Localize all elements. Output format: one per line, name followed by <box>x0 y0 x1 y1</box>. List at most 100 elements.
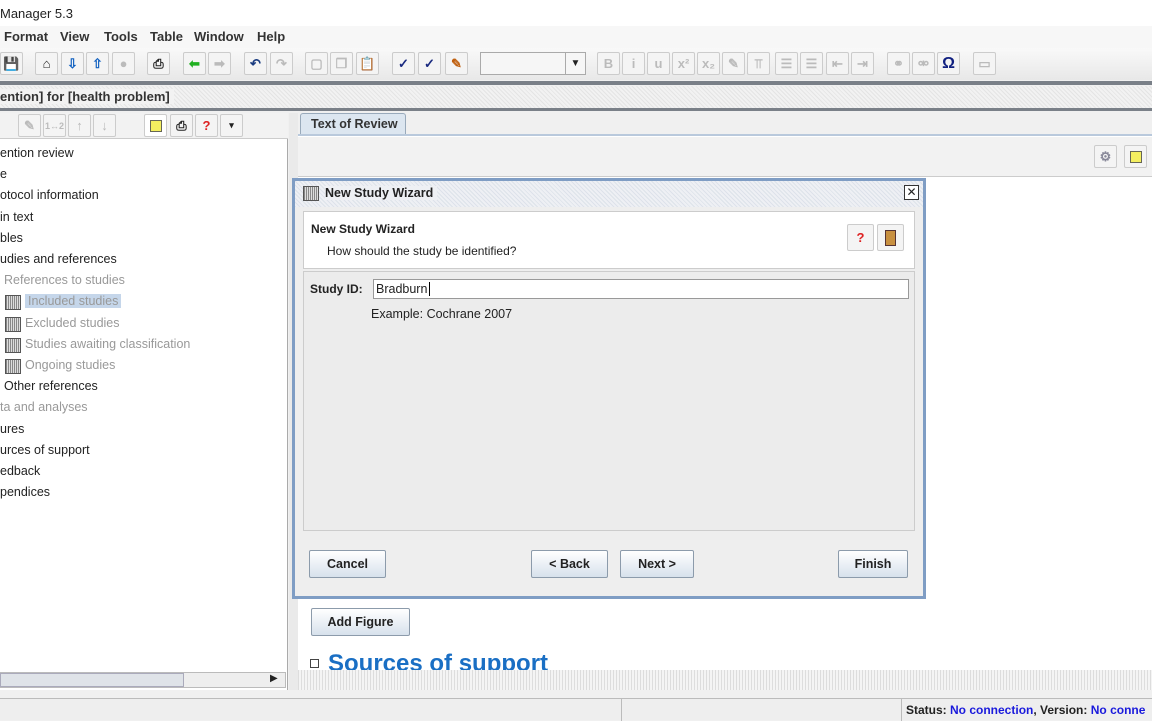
app-icon <box>303 186 319 201</box>
highlight-icon: ✎ <box>722 52 745 75</box>
close-icon[interactable]: ✕ <box>904 185 919 200</box>
study-icon <box>5 316 21 332</box>
next-button[interactable]: Next > <box>620 550 694 578</box>
edit-icon: ✎ <box>18 114 41 137</box>
move-down-icon: ↓ <box>93 114 116 137</box>
tree-item[interactable]: References to studies <box>4 273 125 287</box>
bullet-list-icon: ☰ <box>775 52 798 75</box>
status-section <box>622 699 902 721</box>
book-icon[interactable] <box>877 224 904 251</box>
tree-item[interactable]: edback <box>0 464 40 478</box>
tree-item[interactable]: Included studies <box>25 294 122 309</box>
menu-tools[interactable]: Tools <box>104 29 138 44</box>
dialog-title: New Study Wizard <box>325 186 438 200</box>
collapse-icon[interactable] <box>310 659 319 668</box>
tree-item[interactable]: ta and analyses <box>0 400 88 414</box>
tree-item[interactable]: ention review <box>0 146 74 160</box>
tree-item[interactable]: Excluded studies <box>25 316 120 330</box>
finish-button[interactable]: Finish <box>838 550 908 578</box>
print-icon[interactable]: ⎙ <box>170 114 193 137</box>
outline-toolbar: ⎙ ? ▾ ✎ 1↔2 ↑ ↓ <box>0 113 288 139</box>
section-heading: Sources of support <box>328 650 549 670</box>
dialog-title-bar[interactable]: New Study Wizard ✕ <box>295 181 923 207</box>
add-figure-button[interactable]: Add Figure <box>311 608 410 636</box>
study-icon <box>5 295 21 311</box>
menu-help[interactable]: Help <box>257 29 285 44</box>
chevron-down-icon[interactable]: ▼ <box>565 53 585 74</box>
notes-icon[interactable]: ✎ <box>445 52 468 75</box>
export-icon[interactable]: ⇧ <box>86 52 109 75</box>
review-title: ention] for [health problem] <box>0 89 174 104</box>
dialog-heading: New Study Wizard <box>311 222 415 236</box>
disabled-icon: ● <box>112 52 135 75</box>
undo-icon[interactable]: ↶ <box>244 52 267 75</box>
unlink-icon: ⚮ <box>912 52 935 75</box>
dropdown-icon[interactable]: ▾ <box>220 114 243 137</box>
move-up-icon: ↑ <box>68 114 91 137</box>
menu-view[interactable]: View <box>60 29 89 44</box>
study-icon <box>5 359 21 374</box>
tree-item[interactable]: bles <box>0 231 23 245</box>
tree-item[interactable]: e <box>0 167 7 181</box>
tree-item[interactable]: Ongoing studies <box>25 358 115 372</box>
section-clip: Sources of support <box>310 640 1152 670</box>
status-value: No connection <box>950 703 1034 717</box>
study-id-value: Bradburn <box>376 282 428 296</box>
tree-item[interactable]: udies and references <box>0 252 117 266</box>
print-icon[interactable]: ⎙ <box>147 52 170 75</box>
window-title: Manager 5.3 <box>0 6 73 21</box>
scrollbar-thumb[interactable] <box>0 673 184 687</box>
status-label: Status: <box>906 703 947 717</box>
validate-icon[interactable]: ✓ <box>392 52 415 75</box>
tree-item[interactable]: pendices <box>0 485 50 499</box>
special-character-icon[interactable]: Ω <box>937 52 960 75</box>
tree-item[interactable]: ures <box>0 422 24 436</box>
spellcheck-icon[interactable]: ✓ <box>418 52 441 75</box>
help-icon[interactable]: ? <box>195 114 218 137</box>
outdent-icon: ⇤ <box>826 52 849 75</box>
scroll-right-icon[interactable]: ▶ <box>270 673 278 684</box>
subscript-icon: x₂ <box>697 52 720 75</box>
menu-window[interactable]: Window <box>194 29 244 44</box>
superscript-icon: x² <box>672 52 695 75</box>
import-icon[interactable]: ⇩ <box>61 52 84 75</box>
title-bar: Manager 5.3 <box>0 0 1152 26</box>
link-icon: ⚭ <box>887 52 910 75</box>
menu-format[interactable]: Format <box>4 29 48 44</box>
back-arrow-icon[interactable]: ⬅ <box>183 52 206 75</box>
back-button[interactable]: < Back <box>531 550 608 578</box>
tab-text-of-review[interactable]: Text of Review <box>300 113 406 135</box>
status-section <box>0 699 622 721</box>
study-icon <box>5 337 21 353</box>
paste-icon[interactable]: 📋 <box>356 52 379 75</box>
tree-item[interactable]: urces of support <box>0 443 90 457</box>
add-note-icon[interactable] <box>1124 145 1147 168</box>
tree-item[interactable]: Studies awaiting classification <box>25 337 190 351</box>
example-hint: Example: Cochrane 2007 <box>371 307 513 321</box>
gear-icon[interactable]: ⚙ <box>1094 145 1117 168</box>
study-id-label: Study ID: <box>310 282 363 296</box>
save-icon[interactable]: 💾 <box>0 52 23 75</box>
content-bottom-bar <box>298 670 1152 690</box>
menu-bar: Format View Tools Table Window Help <box>0 26 1152 48</box>
forward-arrow-icon: ➡ <box>208 52 231 75</box>
italic-icon: i <box>622 52 645 75</box>
style-combo[interactable]: ▼ <box>480 52 586 75</box>
copy-icon: ❐ <box>330 52 353 75</box>
new-study-wizard-dialog: New Study Wizard ✕ New Study Wizard How … <box>292 178 926 599</box>
underline-icon: u <box>647 52 670 75</box>
status-bar: Status: No connection, Version: No conne <box>0 698 1152 721</box>
add-note-icon[interactable] <box>144 114 167 137</box>
study-id-input[interactable]: Bradburn <box>373 279 909 299</box>
help-icon[interactable]: ? <box>847 224 874 251</box>
menu-table[interactable]: Table <box>150 29 183 44</box>
cancel-button[interactable]: Cancel <box>309 550 386 578</box>
divider <box>0 81 1152 85</box>
tree-item[interactable]: in text <box>0 210 33 224</box>
home-icon[interactable]: ⌂ <box>35 52 58 75</box>
review-title-bar: ention] for [health problem] <box>0 86 1152 108</box>
bold-icon: B <box>597 52 620 75</box>
version-value: No conne <box>1090 703 1146 717</box>
tree-item[interactable]: otocol information <box>0 188 99 202</box>
tree-item[interactable]: Other references <box>4 379 98 393</box>
